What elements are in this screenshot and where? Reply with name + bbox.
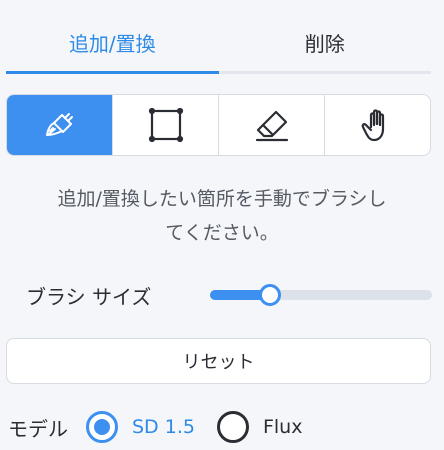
brush-size-slider[interactable] — [210, 284, 432, 306]
tab-delete[interactable]: 削除 — [219, 0, 432, 71]
radio-flux[interactable] — [216, 411, 249, 443]
tool-selector — [6, 94, 431, 156]
tab-add-replace[interactable]: 追加/置換 — [6, 0, 219, 74]
eraser-tool-button[interactable] — [218, 95, 324, 155]
hand-icon — [361, 109, 384, 142]
brush-icon — [45, 113, 73, 136]
radio-sd15[interactable] — [86, 411, 118, 443]
crop-rectangle-icon — [148, 107, 183, 143]
brush-size-row: ブラシ サイズ — [26, 278, 434, 312]
instruction-line-2: てください。 — [165, 222, 279, 244]
model-label: モデル — [8, 416, 68, 441]
instruction-line-1: 追加/置換したい箇所を手動でブラシし — [57, 188, 387, 210]
hand-tool-button[interactable] — [324, 95, 430, 155]
radio-flux-label: Flux — [262, 416, 303, 438]
mode-tabs: 追加/置換 削除 — [6, 0, 431, 74]
eraser-icon — [255, 110, 288, 142]
model-option-sd15[interactable]: SD 1.5 — [86, 411, 195, 443]
instruction-text: 追加/置換したい箇所を手動でブラシし てください。 — [0, 182, 444, 250]
inpaint-panel: 追加/置換 削除 追加/置換したい箇所を手動でブラシし てください。 ブラシ サ… — [0, 0, 444, 450]
brush-tool-button[interactable] — [7, 95, 112, 155]
model-option-flux[interactable]: Flux — [216, 411, 303, 443]
brush-size-slider-thumb[interactable] — [258, 284, 281, 306]
brush-size-label: ブラシ サイズ — [26, 284, 152, 309]
radio-sd15-label: SD 1.5 — [132, 416, 195, 438]
model-selector: モデル SD 1.5 Flux — [8, 408, 324, 446]
rectangle-tool-button[interactable] — [112, 95, 218, 155]
reset-button[interactable]: リセット — [6, 338, 431, 384]
